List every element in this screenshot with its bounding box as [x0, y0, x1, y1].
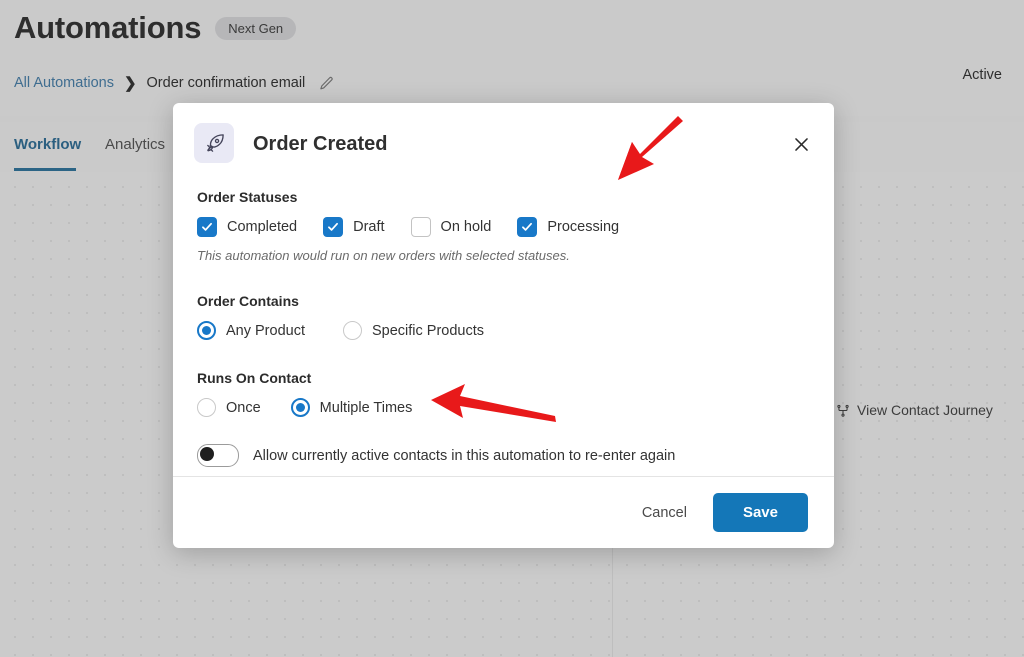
page-header: Automations Next Gen All Automations ❯ O…: [0, 0, 1024, 116]
view-contact-journey-button[interactable]: View Contact Journey: [836, 402, 993, 418]
app-root: Automations Next Gen All Automations ❯ O…: [0, 0, 1024, 657]
section-order-statuses: Order Statuses Completed Draft On hold P…: [173, 189, 834, 263]
breadcrumb-current: Order confirmation email: [146, 75, 306, 91]
radio-once-label: Once: [226, 399, 261, 416]
radio-specific-products[interactable]: Specific Products: [343, 321, 484, 340]
rocket-icon: [206, 133, 224, 152]
order-statuses-options: Completed Draft On hold Processing: [197, 217, 834, 237]
journey-icon: [837, 404, 849, 417]
close-icon[interactable]: [788, 131, 814, 157]
checkbox-processing[interactable]: Processing: [517, 217, 619, 237]
view-contact-journey-label: View Contact Journey: [857, 402, 993, 418]
order-contains-options: Any Product Specific Products: [197, 321, 834, 340]
order-created-modal: Order Created Order Statuses Completed D…: [173, 103, 834, 548]
radio-once-circle[interactable]: [197, 398, 216, 417]
checkbox-processing-box[interactable]: [517, 217, 538, 237]
tab-workflow[interactable]: Workflow: [14, 136, 81, 153]
radio-multiple-times-circle[interactable]: [290, 398, 310, 417]
radio-specific-products-circle[interactable]: [343, 321, 362, 340]
modal-footer: Cancel Save: [173, 476, 834, 548]
radio-any-product[interactable]: Any Product: [197, 321, 305, 340]
checkbox-completed-label: Completed: [227, 219, 298, 235]
checkbox-completed-box[interactable]: [197, 217, 217, 237]
reenter-toggle-knob: [200, 447, 214, 461]
radio-once[interactable]: Once: [197, 398, 261, 417]
section-runs-on-contact: Runs On Contact Once Multiple Times: [173, 370, 834, 417]
check-icon: [202, 222, 212, 231]
section-order-contains: Order Contains Any Product Specific Prod…: [173, 293, 834, 340]
modal-title: Order Created: [253, 133, 388, 155]
modal-body: Order Statuses Completed Draft On hold P…: [173, 179, 834, 467]
tab-analytics[interactable]: Analytics: [105, 136, 165, 153]
radio-any-product-circle[interactable]: [197, 321, 216, 340]
reenter-toggle[interactable]: [197, 444, 239, 467]
breadcrumb-separator-icon: ❯: [123, 75, 137, 92]
breadcrumb: All Automations ❯ Order confirmation ema…: [14, 74, 334, 92]
save-button[interactable]: Save: [712, 493, 808, 532]
check-icon: [522, 222, 533, 231]
modal-rocket-icon-tile: [194, 123, 234, 163]
checkbox-on-hold-label: On hold: [440, 219, 492, 235]
radio-multiple-times[interactable]: Multiple Times: [290, 398, 413, 417]
order-statuses-hint: This automation would run on new orders …: [197, 248, 570, 263]
runs-on-contact-label: Runs On Contact: [197, 370, 312, 386]
checkbox-draft-label: Draft: [353, 219, 385, 235]
checkbox-draft[interactable]: Draft: [323, 217, 385, 237]
checkbox-draft-box[interactable]: [323, 217, 344, 237]
status-badge: Active: [962, 67, 1003, 83]
checkbox-processing-label: Processing: [547, 219, 620, 235]
modal-header: Order Created: [173, 103, 834, 179]
cancel-button[interactable]: Cancel: [626, 495, 703, 531]
reenter-toggle-row: Allow currently active contacts in this …: [197, 444, 834, 467]
radio-multiple-times-label: Multiple Times: [319, 399, 413, 416]
runs-on-contact-options: Once Multiple Times: [197, 398, 834, 417]
checkbox-on-hold-box[interactable]: [410, 217, 431, 237]
radio-specific-products-label: Specific Products: [372, 322, 485, 339]
page-title: Automations: [14, 10, 202, 45]
order-statuses-label: Order Statuses: [197, 189, 298, 205]
check-icon: [328, 222, 339, 231]
checkbox-on-hold[interactable]: On hold: [410, 217, 492, 237]
breadcrumb-all-automations[interactable]: All Automations: [14, 75, 114, 91]
title-row: Automations Next Gen: [14, 10, 297, 46]
tab-active-indicator: [14, 168, 76, 171]
checkbox-completed[interactable]: Completed: [197, 217, 297, 237]
next-gen-badge: Next Gen: [215, 16, 297, 40]
radio-any-product-label: Any Product: [226, 322, 305, 339]
pencil-icon[interactable]: [319, 76, 334, 91]
reenter-toggle-label: Allow currently active contacts in this …: [253, 447, 676, 464]
order-contains-label: Order Contains: [197, 293, 299, 309]
